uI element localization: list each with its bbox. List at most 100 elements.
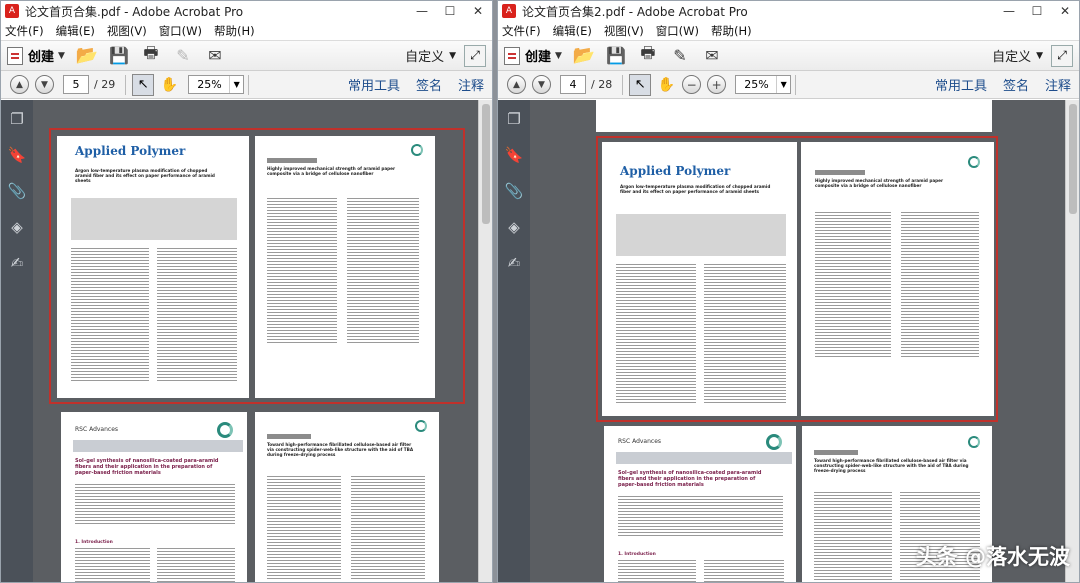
journal-name: RSC Advances — [618, 438, 662, 445]
expand-icon[interactable]: ⤢ — [1051, 44, 1073, 67]
menu-window[interactable]: 窗口(W) — [656, 23, 699, 39]
save-icon[interactable]: 💾 — [106, 44, 132, 68]
menu-bar: 文件(F) 编辑(E) 视图(V) 窗口(W) 帮助(H) — [1, 21, 492, 41]
save-icon[interactable]: 💾 — [603, 44, 629, 68]
vertical-scrollbar[interactable] — [478, 100, 492, 582]
hand-tool-icon[interactable]: ✋ — [158, 74, 180, 96]
zoom-select[interactable]: 25% ▼ — [188, 75, 245, 94]
open-folder-icon[interactable]: 📂 — [74, 44, 100, 68]
bookmarks-icon[interactable]: 🔖 — [8, 146, 27, 164]
chevron-down-icon: ▼ — [58, 50, 65, 61]
comment-link[interactable]: 注释 — [458, 75, 484, 94]
select-tool-icon[interactable]: ↖ — [629, 73, 652, 96]
previous-page-icon[interactable]: ▲ — [507, 75, 526, 94]
scrollbar-thumb[interactable] — [482, 104, 490, 224]
tools-link[interactable]: 常用工具 — [348, 75, 400, 94]
maximize-icon[interactable]: ☐ — [436, 1, 464, 21]
acrobat-app-icon: A — [502, 4, 516, 18]
text-column — [815, 212, 891, 359]
email-icon[interactable]: ✉ — [202, 44, 228, 68]
open-folder-icon[interactable]: 📂 — [571, 44, 597, 68]
section-label-bar — [267, 434, 311, 439]
maximize-icon[interactable]: ☐ — [1023, 1, 1051, 21]
expand-icon[interactable]: ⤢ — [464, 44, 486, 67]
zoom-in-icon[interactable]: + — [707, 75, 727, 94]
previous-page-icon[interactable]: ▲ — [10, 75, 29, 94]
menu-help[interactable]: 帮助(H) — [711, 23, 752, 39]
scrollbar-thumb[interactable] — [1069, 104, 1077, 214]
page-thumbnails-icon[interactable]: ❐ — [507, 110, 520, 128]
customize-label: 自定义 — [405, 50, 445, 65]
abstract-text — [75, 484, 235, 526]
select-tool-icon[interactable]: ↖ — [132, 73, 155, 96]
minimize-icon[interactable]: — — [408, 1, 436, 21]
print-icon[interactable]: 🖶 — [635, 43, 661, 68]
paper-title: Sol–gel synthesis of nanosilica-coated p… — [618, 470, 762, 488]
pdf-page: RSC Advances Sol–gel synthesis of nanosi… — [61, 412, 247, 582]
page-thumbnails-icon[interactable]: ❐ — [10, 110, 23, 128]
minimize-icon[interactable]: — — [995, 1, 1023, 21]
menu-bar: 文件(F) 编辑(E) 视图(V) 窗口(W) 帮助(H) — [498, 21, 1079, 41]
navigation-toolbar: ▲ ▼ 5 / 29 ↖ ✋ 25% ▼ 常用工具 签名 注释 — [1, 71, 492, 99]
text-column — [704, 560, 784, 582]
bookmarks-icon[interactable]: 🔖 — [505, 146, 524, 164]
edit-icon[interactable]: ✎ — [170, 44, 196, 68]
comment-link[interactable]: 注释 — [1045, 75, 1071, 94]
navigation-toolbar: ▲ ▼ 4 / 28 ↖ ✋ − + 25% ▼ 常用工具 签名 注释 — [498, 71, 1079, 99]
menu-view[interactable]: 视图(V) — [107, 23, 147, 39]
menu-view[interactable]: 视图(V) — [604, 23, 644, 39]
print-icon[interactable]: 🖶 — [138, 43, 164, 68]
create-button[interactable]: 创建 ▼ — [504, 46, 562, 65]
paper-title: Highly improved mechanical strength of a… — [267, 166, 396, 176]
menu-window[interactable]: 窗口(W) — [159, 23, 202, 39]
zoom-select[interactable]: 25% ▼ — [735, 75, 792, 94]
menu-edit[interactable]: 编辑(E) — [553, 23, 592, 39]
work-area: ❐ 🔖 📎 ◈ ✍ Applied Polymer Argon low-temp… — [1, 100, 492, 582]
chevron-down-icon: ▼ — [555, 50, 562, 61]
watermark: 头条 @落水无波 — [915, 545, 1070, 569]
hand-tool-icon[interactable]: ✋ — [655, 74, 677, 96]
chevron-down-icon: ▼ — [776, 76, 790, 93]
close-icon[interactable]: ✕ — [464, 1, 492, 21]
edit-icon[interactable]: ✎ — [667, 44, 693, 68]
sign-link[interactable]: 签名 — [1003, 75, 1029, 94]
customize-dropdown[interactable]: 自定义 ▼ — [992, 46, 1043, 65]
next-page-icon[interactable]: ▼ — [35, 75, 54, 94]
section-label-bar — [267, 158, 317, 163]
publisher-logo — [217, 422, 233, 438]
menu-file[interactable]: 文件(F) — [5, 23, 44, 39]
vertical-scrollbar[interactable] — [1065, 100, 1079, 582]
text-column — [814, 492, 892, 582]
menu-file[interactable]: 文件(F) — [502, 23, 541, 39]
menu-edit[interactable]: 编辑(E) — [56, 23, 95, 39]
sign-link[interactable]: 签名 — [416, 75, 442, 94]
abstract-box — [616, 214, 786, 256]
text-column — [351, 476, 425, 581]
text-column — [347, 198, 419, 345]
page-number-input[interactable]: 4 — [560, 75, 586, 94]
page-number-input[interactable]: 5 — [63, 75, 89, 94]
document-view[interactable]: Applied Polymer Argon low-temperature pl… — [530, 100, 1079, 582]
chevron-down-icon: ▼ — [229, 76, 243, 93]
attachments-icon[interactable]: 📎 — [8, 182, 27, 200]
zoom-out-icon[interactable]: − — [682, 75, 702, 94]
navigation-pane: ❐ 🔖 📎 ◈ ✍ — [1, 100, 33, 582]
email-icon[interactable]: ✉ — [699, 44, 725, 68]
document-view[interactable]: Applied Polymer Argon low-temperature pl… — [33, 100, 492, 582]
create-label: 创建 — [525, 50, 552, 65]
main-toolbar: 创建 ▼ 📂 💾 🖶 ✎ ✉ 自定义 ▼ ⤢ — [498, 41, 1079, 71]
text-column — [704, 264, 786, 405]
create-button[interactable]: 创建 ▼ — [7, 46, 65, 65]
signatures-icon[interactable]: ✍ — [11, 254, 24, 272]
text-column — [157, 248, 237, 383]
close-icon[interactable]: ✕ — [1051, 1, 1079, 21]
layers-icon[interactable]: ◈ — [508, 218, 520, 236]
tools-link[interactable]: 常用工具 — [935, 75, 987, 94]
layers-icon[interactable]: ◈ — [11, 218, 23, 236]
next-page-icon[interactable]: ▼ — [532, 75, 551, 94]
attachments-icon[interactable]: 📎 — [505, 182, 524, 200]
menu-help[interactable]: 帮助(H) — [214, 23, 255, 39]
signatures-icon[interactable]: ✍ — [508, 254, 521, 272]
customize-dropdown[interactable]: 自定义 ▼ — [405, 46, 456, 65]
paper-title: Toward high-performance fibrillated cell… — [267, 442, 414, 457]
